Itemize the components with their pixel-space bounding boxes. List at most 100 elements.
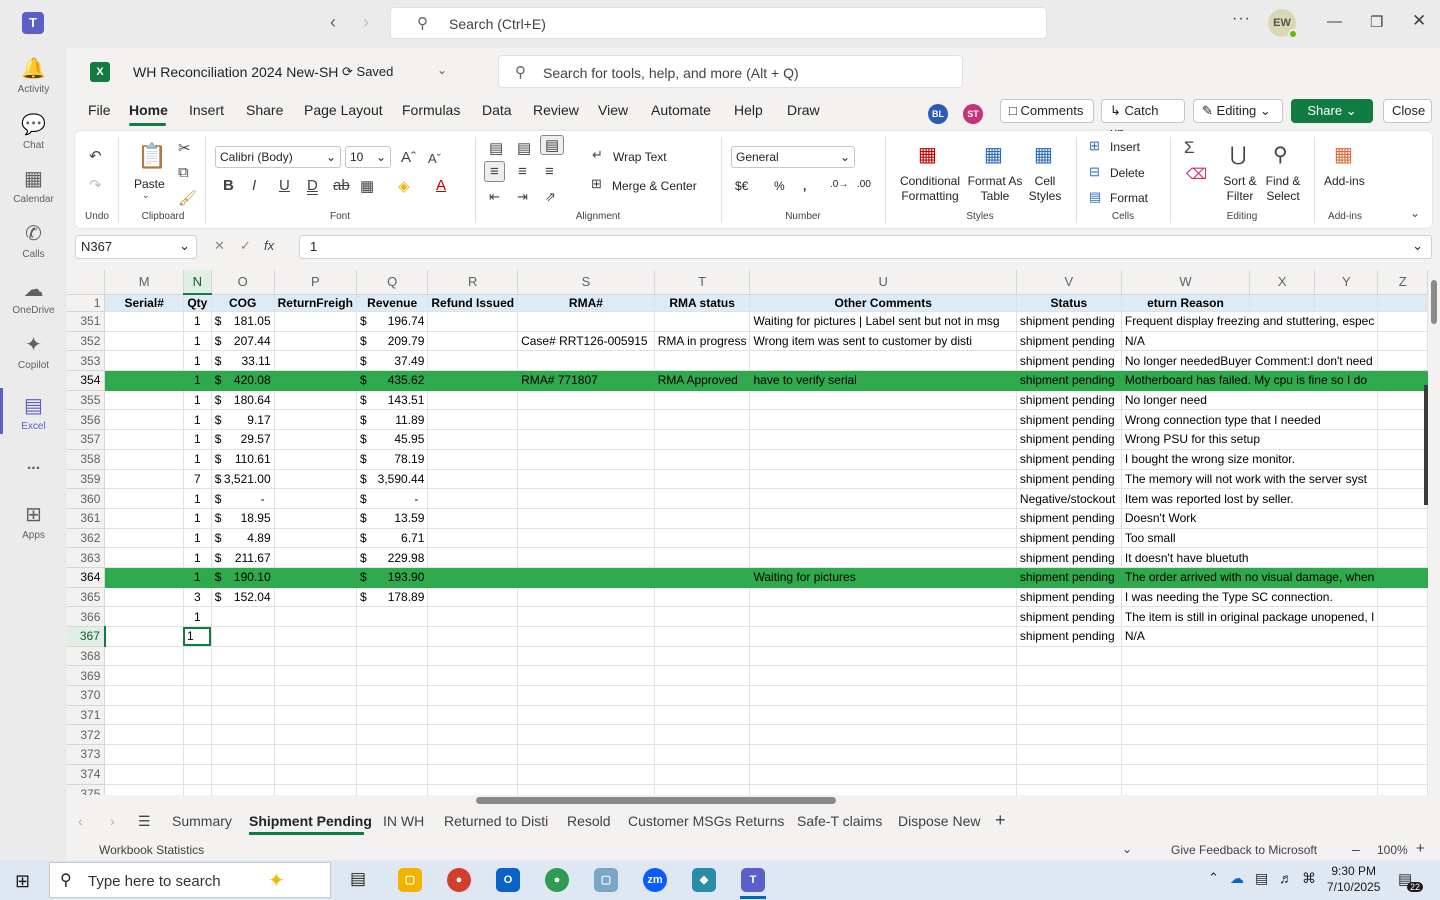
- return-freight-cell[interactable]: [274, 567, 357, 588]
- tools-search-box[interactable]: ⚲ Search for tools, help, and more (Alt …: [498, 55, 963, 88]
- return-reason-cell[interactable]: Wrong PSU for this setup: [1121, 429, 1379, 450]
- onedrive-icon[interactable]: ☁: [1230, 870, 1244, 887]
- font-size-dropdown[interactable]: 10 ⌄: [345, 146, 391, 168]
- sheet-tab-in-wh[interactable]: IN WH: [383, 813, 424, 829]
- cog-cell[interactable]: $207.44: [211, 331, 275, 352]
- empty-cell[interactable]: [1377, 764, 1428, 785]
- qty-cell[interactable]: [183, 646, 212, 667]
- column-title-cell[interactable]: Revenue: [356, 294, 429, 312]
- empty-cell[interactable]: [1377, 626, 1428, 647]
- other-comments-cell[interactable]: [749, 488, 1017, 509]
- status-cell[interactable]: shipment pending: [1016, 331, 1122, 352]
- serial-cell[interactable]: [104, 449, 184, 470]
- all-sheets-icon[interactable]: ☰: [138, 813, 151, 830]
- return-reason-cell[interactable]: [1121, 646, 1379, 667]
- zoom-out-icon[interactable]: –: [1352, 841, 1360, 857]
- return-freight-cell[interactable]: [274, 665, 357, 687]
- qty-cell[interactable]: [183, 744, 212, 765]
- revenue-cell[interactable]: $143.51: [356, 390, 429, 411]
- qty-cell[interactable]: 1: [183, 606, 212, 627]
- rma-cell[interactable]: [517, 784, 655, 795]
- qty-cell[interactable]: 1: [183, 567, 212, 588]
- qty-cell[interactable]: [183, 764, 212, 785]
- return-freight-cell[interactable]: [274, 784, 357, 795]
- return-freight-cell[interactable]: [274, 390, 357, 411]
- cog-cell[interactable]: $211.67: [211, 547, 275, 568]
- qty-cell[interactable]: 1: [183, 390, 212, 411]
- cog-cell[interactable]: $33.11: [211, 350, 275, 372]
- return-reason-cell[interactable]: No longer neededBuyer Comment:I don't ne…: [1121, 350, 1379, 372]
- empty-cell[interactable]: [1377, 685, 1428, 706]
- rma-status-cell[interactable]: [654, 409, 751, 431]
- rail-more-apps[interactable]: ...: [0, 456, 67, 474]
- serial-cell[interactable]: [104, 488, 184, 509]
- status-cell[interactable]: [1016, 685, 1122, 706]
- copy-icon[interactable]: ⧉: [178, 164, 189, 181]
- return-freight-cell[interactable]: [274, 528, 357, 549]
- rma-status-cell[interactable]: [654, 626, 751, 647]
- empty-cell[interactable]: [1377, 665, 1428, 687]
- comma-style-button[interactable]: ,: [803, 179, 806, 193]
- row-header[interactable]: 366: [67, 606, 106, 627]
- cog-cell[interactable]: $18.95: [211, 508, 275, 529]
- other-comments-cell[interactable]: [749, 685, 1017, 706]
- return-reason-cell[interactable]: Item was reported lost by seller.: [1121, 488, 1379, 509]
- column-header[interactable]: W: [1121, 270, 1251, 295]
- refund-issued-cell[interactable]: [427, 764, 519, 785]
- rma-status-cell[interactable]: [654, 488, 751, 509]
- refund-issued-cell[interactable]: [427, 587, 519, 608]
- return-freight-cell[interactable]: [274, 606, 357, 627]
- tab-automate[interactable]: Automate: [651, 102, 711, 118]
- row-header[interactable]: 374: [67, 764, 106, 785]
- column-title-cell[interactable]: [1377, 294, 1428, 312]
- format-cells-button[interactable]: Format: [1110, 191, 1148, 205]
- return-freight-cell[interactable]: [274, 311, 357, 332]
- percent-format-button[interactable]: %: [774, 179, 785, 193]
- refund-issued-cell[interactable]: [427, 370, 519, 391]
- refund-issued-cell[interactable]: [427, 744, 519, 765]
- refund-issued-cell[interactable]: [427, 528, 519, 549]
- insert-cells-icon[interactable]: ⊞: [1089, 138, 1100, 154]
- refund-issued-cell[interactable]: [427, 606, 519, 627]
- row-header[interactable]: 360: [67, 488, 106, 509]
- return-freight-cell[interactable]: [274, 705, 357, 726]
- tab-formulas[interactable]: Formulas: [402, 102, 460, 118]
- serial-cell[interactable]: [104, 311, 184, 332]
- rma-cell[interactable]: [517, 744, 655, 765]
- empty-cell[interactable]: [1377, 409, 1428, 431]
- revenue-cell[interactable]: $196.74: [356, 311, 429, 332]
- rma-cell[interactable]: [517, 311, 655, 332]
- revenue-cell[interactable]: $6.71: [356, 528, 429, 549]
- row-header[interactable]: 368: [67, 646, 106, 667]
- qty-cell[interactable]: 1: [183, 311, 212, 332]
- refund-issued-cell[interactable]: [427, 646, 519, 667]
- empty-cell[interactable]: [1377, 528, 1428, 549]
- row-header[interactable]: 373: [67, 744, 106, 765]
- tab-home[interactable]: Home: [129, 102, 168, 118]
- revenue-cell[interactable]: [356, 705, 429, 726]
- row-header[interactable]: 354: [67, 370, 106, 391]
- row-header[interactable]: 367: [67, 626, 106, 647]
- status-cell[interactable]: [1016, 724, 1122, 746]
- rma-status-cell[interactable]: [654, 587, 751, 608]
- other-comments-cell[interactable]: Waiting for pictures: [749, 567, 1017, 588]
- empty-cell[interactable]: [1377, 311, 1428, 332]
- autosum-icon[interactable]: Σ: [1184, 138, 1195, 158]
- column-title-cell[interactable]: Status: [1016, 294, 1122, 312]
- refund-issued-cell[interactable]: [427, 311, 519, 332]
- clear-icon[interactable]: ⌫: [1186, 165, 1207, 183]
- redo-icon[interactable]: ↷: [89, 176, 102, 194]
- enter-icon[interactable]: ✓: [240, 238, 251, 254]
- cell-table[interactable]: M N O P Q R S T U V W X Y Z 1 Serial# Qty COG ReturnFreigh…: [67, 270, 1428, 795]
- return-freight-cell[interactable]: [274, 587, 357, 608]
- rma-status-cell[interactable]: [654, 724, 751, 746]
- rail-item-copilot[interactable]: ✦ Copilot: [0, 332, 67, 371]
- other-comments-cell[interactable]: [749, 350, 1017, 372]
- cog-cell[interactable]: $180.64: [211, 390, 275, 411]
- serial-cell[interactable]: [104, 606, 184, 627]
- rma-cell[interactable]: [517, 528, 655, 549]
- cut-icon[interactable]: ✂: [178, 139, 191, 157]
- qty-cell[interactable]: 1: [183, 488, 212, 509]
- close-window-icon[interactable]: ✕: [1412, 11, 1426, 31]
- other-comments-cell[interactable]: [749, 724, 1017, 746]
